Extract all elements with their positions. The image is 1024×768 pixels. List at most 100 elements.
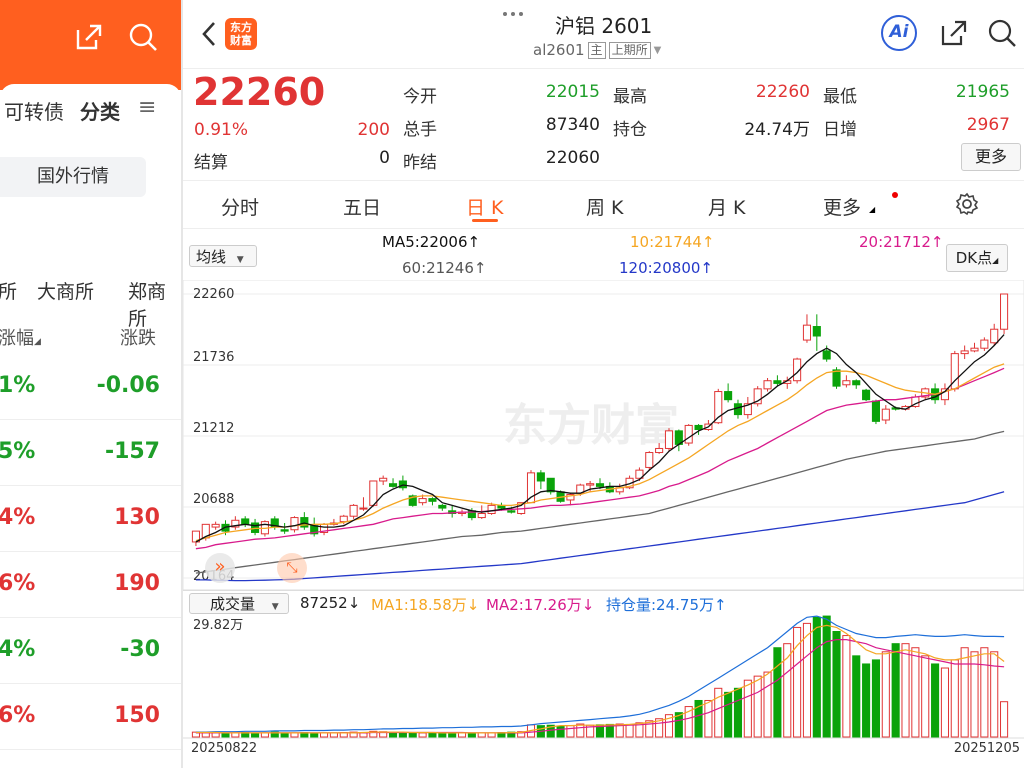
- low-label: 最低: [823, 87, 857, 107]
- col-header-change-pct[interactable]: 涨幅◢: [0, 324, 41, 350]
- candle-body: [733, 403, 743, 416]
- volume-bar: [822, 615, 831, 738]
- search-icon[interactable]: [128, 22, 158, 52]
- change-value: 200: [357, 120, 390, 140]
- row-change-pct: 6%: [0, 571, 36, 596]
- prev-settle-label: 昨结: [403, 153, 437, 173]
- ai-assistant-button[interactable]: Ai: [881, 15, 917, 51]
- contract-title: 沪铝 2601: [555, 14, 653, 38]
- settings-icon[interactable]: [955, 192, 979, 216]
- volume-bar: [201, 732, 210, 738]
- volume-bar: [763, 671, 772, 738]
- volume-bar: [448, 732, 457, 738]
- eastmoney-logo[interactable]: 东方 财富: [225, 18, 257, 50]
- candle-body: [802, 324, 812, 341]
- share-icon[interactable]: [74, 22, 104, 52]
- candle-body: [211, 523, 220, 528]
- row-change: 130: [114, 505, 160, 530]
- tabs-top-divider: [183, 180, 1024, 181]
- list-item[interactable]: 1% -0.06: [0, 353, 181, 420]
- menu-icon[interactable]: ≡: [138, 95, 156, 120]
- candle-body: [507, 510, 516, 513]
- volume-indicator-select[interactable]: 成交量 ▼: [189, 593, 289, 614]
- row-change: 190: [114, 571, 160, 596]
- logo-text-2: 财富: [230, 34, 252, 47]
- fullscreen-icon[interactable]: ⤡: [277, 553, 307, 583]
- active-tab-underline: [472, 219, 498, 222]
- volume-bar: [438, 732, 447, 738]
- low-value: 21965: [955, 82, 1010, 102]
- search-icon[interactable]: [987, 18, 1017, 48]
- candle-body: [546, 477, 555, 493]
- volume-bar: [231, 732, 240, 738]
- chevron-down-icon[interactable]: ▼: [654, 45, 662, 56]
- more-quote-button[interactable]: 更多: [961, 143, 1021, 171]
- candle-body: [359, 507, 368, 510]
- back-icon[interactable]: [199, 20, 219, 48]
- volume-bar: [576, 723, 585, 738]
- chevron-down-icon: ▼: [236, 255, 244, 265]
- tab-period-2[interactable]: 日 K: [466, 193, 504, 220]
- tab-period-0[interactable]: 分时: [221, 193, 259, 220]
- exchange-tab-czce[interactable]: 郑商所: [128, 277, 181, 331]
- foreign-market-button[interactable]: 国外行情: [0, 157, 146, 197]
- tab-period-5[interactable]: 更多: [823, 193, 861, 220]
- candle-body: [645, 452, 654, 468]
- volume-bar: [1000, 701, 1009, 738]
- volume-bar: [773, 647, 782, 738]
- list-item[interactable]: 4% -30: [0, 617, 181, 684]
- volume-bar: [921, 655, 930, 738]
- candle-body: [822, 350, 831, 360]
- row-change: -0.06: [96, 373, 160, 398]
- volume-bar: [556, 725, 565, 738]
- candle-body: [871, 400, 880, 422]
- volume-bar: [260, 732, 269, 738]
- candle-body: [251, 522, 260, 533]
- exchange-tab-prev[interactable]: 所: [0, 277, 17, 304]
- open-interest-label: 持仓: [613, 120, 647, 140]
- kline-chart[interactable]: 东方财富 2226021736212122068820164 29.82万 20…: [183, 280, 1024, 768]
- volume-bar: [359, 732, 368, 738]
- volume-bar: [290, 732, 299, 738]
- candle-body: [812, 326, 821, 337]
- candle-body: [280, 529, 289, 532]
- high-label: 最高: [613, 87, 647, 107]
- tab-convertible-bonds[interactable]: 可转债: [4, 96, 64, 125]
- volume-bar: [704, 699, 713, 738]
- volume-value: 87340: [545, 115, 600, 135]
- tab-period-3[interactable]: 周 K: [586, 193, 624, 220]
- candle-body: [349, 504, 358, 517]
- row-change-pct: 5%: [0, 439, 36, 464]
- list-item[interactable]: 6% 150: [0, 683, 181, 750]
- list-item[interactable]: 5% -157: [0, 419, 181, 486]
- prev-settle-value: 22060: [545, 148, 600, 168]
- tab-period-1[interactable]: 五日: [343, 193, 381, 220]
- ma-select[interactable]: 均线 ▼: [189, 245, 257, 267]
- volume-bar: [477, 732, 486, 738]
- candle-body: [862, 389, 871, 401]
- candle-body: [536, 472, 545, 482]
- volume-bar: [802, 622, 812, 738]
- drag-handle-icon[interactable]: [500, 4, 526, 16]
- volume-bar: [398, 732, 407, 738]
- dk-label: DK点: [955, 249, 993, 267]
- exchange-badge: 上期所: [608, 41, 651, 59]
- collapse-panel-button[interactable]: »: [205, 553, 235, 583]
- row-change-pct: 4%: [0, 505, 36, 530]
- row-change-pct: 6%: [0, 703, 36, 728]
- ma120-value: 120:20800↑: [619, 259, 713, 277]
- dk-point-button[interactable]: DK点◢: [946, 244, 1008, 272]
- list-item[interactable]: 6% 190: [0, 551, 181, 618]
- tab-category[interactable]: 分类: [80, 96, 120, 125]
- list-item[interactable]: 4% 130: [0, 485, 181, 552]
- exchange-tab-dce[interactable]: 大商所: [37, 277, 94, 304]
- volume-bar: [743, 679, 752, 738]
- share-icon[interactable]: [939, 18, 969, 48]
- left-panel: 可转债 分类 ≡ 国外行情 所 大商所 郑商所 涨幅◢ 涨跌 1% -0.06 5%…: [0, 0, 181, 768]
- logo-text-1: 东方: [230, 21, 252, 34]
- tab-period-4[interactable]: 月 K: [708, 193, 746, 220]
- volume-bar: [980, 647, 989, 738]
- x-start-label: 20250822: [191, 741, 257, 756]
- col-header-change[interactable]: 涨跌: [120, 324, 156, 350]
- last-price: 22260: [193, 70, 326, 114]
